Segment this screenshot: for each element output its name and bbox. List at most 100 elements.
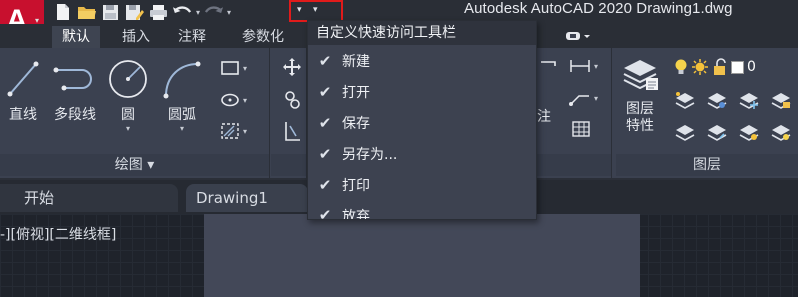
checkmark-icon: ✔ (318, 144, 332, 163)
arc-icon (163, 61, 201, 99)
undo-dropdown-icon[interactable]: ▾ (196, 8, 200, 17)
annotation-label-partial: 注 (537, 109, 551, 125)
layers-panel: 图层 特性 0 图层 (616, 48, 798, 178)
layers-panel-title[interactable]: 图层 (616, 154, 798, 176)
layer-state-row[interactable]: 0 (674, 58, 756, 76)
rectangle-tool[interactable]: ▾ (220, 60, 247, 76)
tab-start[interactable]: 开始 (0, 184, 178, 212)
polyline-tool-label: 多段线 (54, 107, 96, 123)
redo-icon[interactable] (203, 2, 224, 22)
line-tool-label: 直线 (9, 107, 37, 123)
layer-tools-row-2 (674, 122, 792, 142)
leader-icon (569, 95, 589, 106)
menu-header: 自定义快速访问工具栏 (308, 21, 536, 45)
stretch-icon (285, 122, 300, 141)
chevron-down-icon[interactable]: ▾ (594, 62, 598, 71)
layer-lock-icon[interactable] (770, 90, 792, 110)
menu-item-label: 打印 (342, 177, 370, 194)
redo-dropdown-icon[interactable]: ▾ (227, 8, 231, 17)
layer-properties-label-1: 图层 (626, 101, 654, 117)
hatch-tool[interactable]: ▾ (220, 122, 247, 140)
viewport-controls[interactable]: -][俯视][二维线框] (0, 224, 116, 244)
text-tool-partial[interactable] (539, 60, 557, 82)
panel-display-icon (566, 32, 590, 40)
new-icon[interactable] (52, 2, 73, 22)
copy-icon (285, 91, 300, 109)
layer-previous-icon[interactable] (706, 122, 728, 142)
leader-tool[interactable]: ▾ (569, 90, 598, 106)
checkmark-icon: ✔ (318, 51, 332, 70)
tab-annotate[interactable]: 注释 (168, 26, 216, 48)
menu-item-new[interactable]: ✔ 新建 (308, 45, 536, 76)
window-title: Autodesk AutoCAD 2020 Drawing1.dwg (464, 0, 733, 17)
ribbon-display-toggle[interactable] (560, 27, 596, 45)
open-icon[interactable] (76, 2, 97, 22)
ellipse-icon (221, 93, 239, 107)
layer-on-icon[interactable] (738, 122, 760, 142)
sun-icon (692, 59, 708, 75)
light-bulb-icon (675, 59, 687, 74)
customize-quick-access-menu: 自定义快速访问工具栏 ✔ 新建 ✔ 打开 ✔ 保存 ✔ 另存为... ✔ 打印 … (307, 20, 537, 220)
menu-item-label: 打开 (342, 84, 370, 101)
print-icon[interactable] (148, 2, 169, 22)
ellipse-tool[interactable]: ▾ (220, 92, 247, 108)
chevron-down-icon[interactable]: ▾ (126, 124, 130, 133)
chevron-down-icon[interactable]: ▾ (594, 94, 598, 103)
tab-drawing1[interactable]: Drawing1 (186, 184, 308, 212)
menu-item-label: 另存为... (342, 146, 398, 163)
menu-shadow-region (204, 214, 640, 297)
layer-freeze-icon[interactable] (738, 90, 760, 110)
layer-color-swatch[interactable] (731, 60, 744, 74)
chevron-down-icon[interactable]: ▾ (243, 127, 247, 136)
modify-panel-title (271, 154, 306, 176)
tab-insert[interactable]: 插入 (112, 26, 160, 48)
layer-properties-label-2: 特性 (626, 118, 654, 134)
menu-item-label: 保存 (342, 115, 370, 132)
arc-tool[interactable]: 圆弧 ▾ (160, 58, 204, 133)
linear-dimension-icon (570, 60, 590, 72)
layer-properties-tool[interactable]: 图层 特性 (620, 54, 660, 134)
menu-item-label: 新建 (342, 53, 370, 70)
dimension-tool[interactable]: ▾ (569, 58, 598, 74)
rectangle-icon (221, 61, 239, 75)
chevron-down-icon[interactable]: ▾ (243, 96, 247, 105)
move-tool[interactable] (283, 58, 301, 76)
menu-item-save-as[interactable]: ✔ 另存为... (308, 138, 536, 169)
menu-item-print[interactable]: ✔ 打印 (308, 169, 536, 200)
menu-item-label: 放弃 (342, 209, 370, 220)
unlock-icon (714, 58, 726, 75)
checkmark-icon: ✔ (318, 113, 332, 132)
layer-match-icon[interactable] (674, 122, 696, 142)
hatch-icon (221, 123, 239, 139)
layer-isolate-icon[interactable] (674, 90, 696, 110)
tab-home[interactable]: 默认 (52, 26, 100, 48)
polyline-tool[interactable]: 多段线 (52, 58, 98, 124)
checkmark-icon: ✔ (318, 206, 332, 220)
table-tool[interactable] (571, 120, 591, 138)
menu-item-open[interactable]: ✔ 打开 (308, 76, 536, 107)
menu-item-save[interactable]: ✔ 保存 (308, 107, 536, 138)
chevron-down-icon[interactable]: ▾ (180, 124, 184, 133)
stretch-tool[interactable] (283, 120, 303, 142)
undo-icon[interactable] (172, 2, 193, 22)
tab-parametric[interactable]: 参数化 (232, 26, 294, 48)
layer-off-icon[interactable] (706, 90, 728, 110)
customize-quick-access-button[interactable]: ▾ ▾ (289, 0, 343, 22)
checkmark-icon: ✔ (318, 82, 332, 101)
line-tool[interactable]: 直线 (4, 58, 42, 124)
chevron-down-icon: ▾ (297, 5, 302, 15)
text-icon (541, 61, 556, 66)
layer-properties-icon (623, 60, 658, 90)
save-icon[interactable] (100, 2, 121, 22)
menu-item-undo[interactable]: ✔ 放弃 (308, 200, 536, 220)
copy-tool[interactable] (283, 90, 303, 110)
save-as-icon[interactable] (124, 2, 145, 22)
table-icon (572, 121, 590, 137)
annotation-panel: ▾ ▾ 注 (537, 48, 612, 178)
polyline-icon (53, 67, 92, 91)
draw-panel-title[interactable]: 绘图 ▾ (0, 154, 269, 176)
chevron-down-icon: ▾ (313, 5, 318, 15)
chevron-down-icon[interactable]: ▾ (243, 64, 247, 73)
circle-tool[interactable]: 圆 ▾ (106, 58, 150, 133)
layer-thaw-icon[interactable] (770, 122, 792, 142)
